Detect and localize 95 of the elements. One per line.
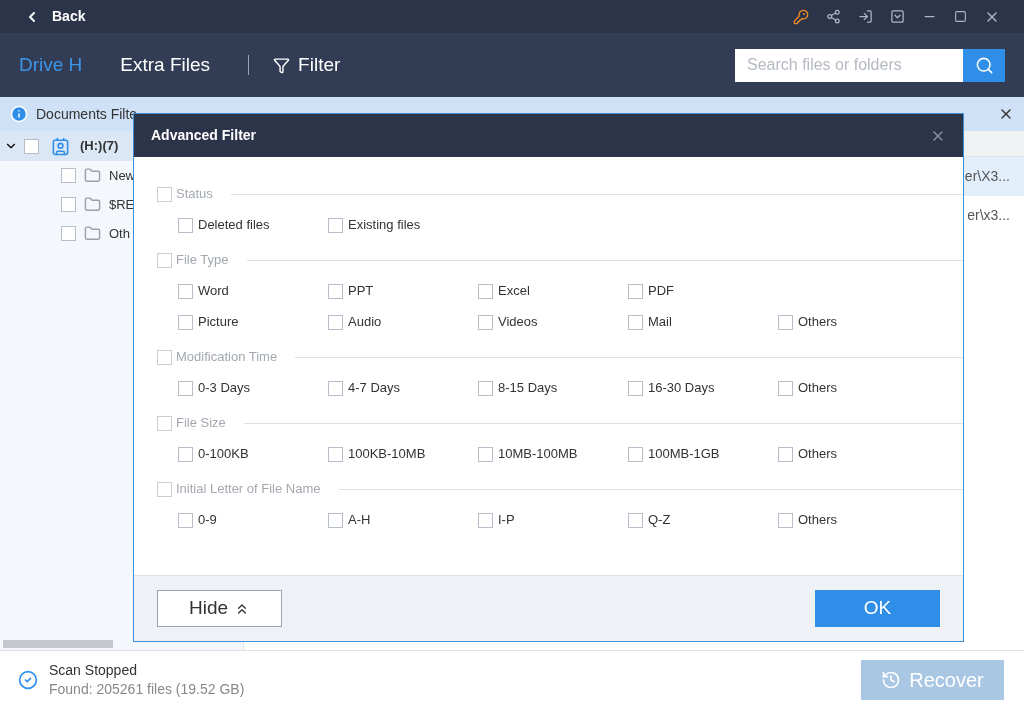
tree-label: $RE bbox=[109, 195, 135, 214]
tree-label: (H:)(7) bbox=[80, 137, 119, 156]
back-button[interactable]: Back bbox=[24, 6, 86, 27]
filter-option[interactable]: Videos bbox=[478, 314, 628, 330]
checkbox[interactable] bbox=[328, 380, 343, 396]
checkbox[interactable] bbox=[157, 349, 172, 365]
filter-option[interactable]: Excel bbox=[478, 283, 628, 299]
filter-icon bbox=[273, 56, 291, 74]
checkbox[interactable] bbox=[328, 512, 343, 528]
checkbox[interactable] bbox=[157, 415, 172, 431]
share-icon[interactable] bbox=[826, 9, 841, 24]
checkbox[interactable] bbox=[178, 217, 193, 233]
checkbox[interactable] bbox=[328, 446, 343, 462]
search-field[interactable]: Search files or folders bbox=[735, 48, 963, 82]
checkbox[interactable] bbox=[328, 314, 343, 330]
check-circle-icon bbox=[18, 669, 38, 690]
checkbox[interactable] bbox=[24, 138, 39, 154]
search-icon bbox=[974, 55, 994, 75]
folder-icon bbox=[84, 196, 101, 213]
table-cell-text: er\x3... bbox=[967, 206, 1010, 225]
checkbox[interactable] bbox=[628, 512, 643, 528]
info-icon bbox=[10, 105, 28, 123]
scrollbar[interactable] bbox=[3, 640, 113, 648]
checkbox[interactable] bbox=[61, 226, 76, 241]
checkbox[interactable] bbox=[178, 446, 193, 462]
hide-button[interactable]: Hide bbox=[157, 590, 282, 627]
checkbox[interactable] bbox=[478, 314, 493, 330]
search-button[interactable] bbox=[963, 48, 1005, 82]
checkbox[interactable] bbox=[61, 168, 76, 183]
filter-option[interactable]: Others bbox=[778, 314, 928, 330]
filter-option[interactable]: I-P bbox=[478, 512, 628, 528]
filter-option[interactable]: 10MB-100MB bbox=[478, 446, 628, 462]
checkbox[interactable] bbox=[157, 252, 172, 268]
filter-option[interactable]: Others bbox=[778, 446, 928, 462]
filter-option[interactable]: 0-3 Days bbox=[178, 380, 328, 396]
filter-button[interactable]: Filter bbox=[273, 50, 341, 80]
checkbox[interactable] bbox=[478, 283, 493, 299]
checkbox[interactable] bbox=[628, 380, 643, 396]
filter-option[interactable]: Word bbox=[178, 283, 328, 299]
group-label: File Type bbox=[176, 251, 229, 270]
tree-label: Oth bbox=[109, 224, 130, 243]
filter-option[interactable]: Others bbox=[778, 380, 928, 396]
filter-option[interactable]: Existing files bbox=[328, 217, 478, 233]
group-label: Status bbox=[176, 185, 213, 204]
folder-icon bbox=[84, 225, 101, 242]
filter-option[interactable]: Picture bbox=[178, 314, 328, 330]
checkbox[interactable] bbox=[478, 512, 493, 528]
checkbox[interactable] bbox=[478, 446, 493, 462]
checkbox[interactable] bbox=[178, 512, 193, 528]
filter-option[interactable]: Q-Z bbox=[628, 512, 778, 528]
filter-option[interactable]: 4-7 Days bbox=[328, 380, 478, 396]
checkbox[interactable] bbox=[778, 512, 793, 528]
checkbox[interactable] bbox=[778, 314, 793, 330]
filter-option[interactable]: 100KB-10MB bbox=[328, 446, 478, 462]
filter-option[interactable]: PDF bbox=[628, 283, 778, 299]
drive-icon bbox=[51, 136, 70, 156]
filter-option[interactable]: 16-30 Days bbox=[628, 380, 778, 396]
history-icon bbox=[881, 669, 902, 690]
tab[interactable]: Extra Files bbox=[120, 50, 211, 80]
filter-option[interactable]: 0-100KB bbox=[178, 446, 328, 462]
table-cell-text: er\X3... bbox=[964, 167, 1010, 186]
tab[interactable]: Drive H bbox=[19, 50, 83, 80]
group-label: File Size bbox=[176, 414, 226, 433]
maximize-icon[interactable] bbox=[954, 10, 967, 23]
checkbox[interactable] bbox=[61, 197, 76, 212]
filter-option[interactable]: A-H bbox=[328, 512, 478, 528]
filter-option[interactable]: 0-9 bbox=[178, 512, 328, 528]
checkbox[interactable] bbox=[778, 446, 793, 462]
checkbox[interactable] bbox=[178, 283, 193, 299]
filter-option[interactable]: Deleted files bbox=[178, 217, 328, 233]
checkbox[interactable] bbox=[628, 314, 643, 330]
checkbox[interactable] bbox=[157, 481, 172, 497]
sign-in-icon[interactable] bbox=[858, 9, 873, 24]
checkbox[interactable] bbox=[328, 217, 343, 233]
filter-option[interactable]: Others bbox=[778, 512, 928, 528]
checkbox[interactable] bbox=[157, 186, 172, 202]
dropdown-icon[interactable] bbox=[890, 9, 905, 24]
checkbox[interactable] bbox=[478, 380, 493, 396]
filter-option[interactable]: 100MB-1GB bbox=[628, 446, 778, 462]
checkbox[interactable] bbox=[328, 283, 343, 299]
filter-option[interactable]: 8-15 Days bbox=[478, 380, 628, 396]
filter-option[interactable]: Mail bbox=[628, 314, 778, 330]
status-detail: Found: 205261 files (19.52 GB) bbox=[49, 679, 245, 699]
key-icon[interactable] bbox=[793, 8, 809, 25]
checkbox[interactable] bbox=[628, 283, 643, 299]
checkbox[interactable] bbox=[178, 314, 193, 330]
status-title: Scan Stopped bbox=[49, 660, 138, 680]
checkbox[interactable] bbox=[628, 446, 643, 462]
group-label: Modification Time bbox=[176, 348, 278, 367]
group-label: Initial Letter of File Name bbox=[176, 480, 321, 499]
checkbox[interactable] bbox=[778, 380, 793, 396]
filter-option[interactable]: Audio bbox=[328, 314, 478, 330]
filter-option[interactable]: PPT bbox=[328, 283, 478, 299]
checkbox[interactable] bbox=[178, 380, 193, 396]
folder-icon bbox=[84, 167, 101, 184]
